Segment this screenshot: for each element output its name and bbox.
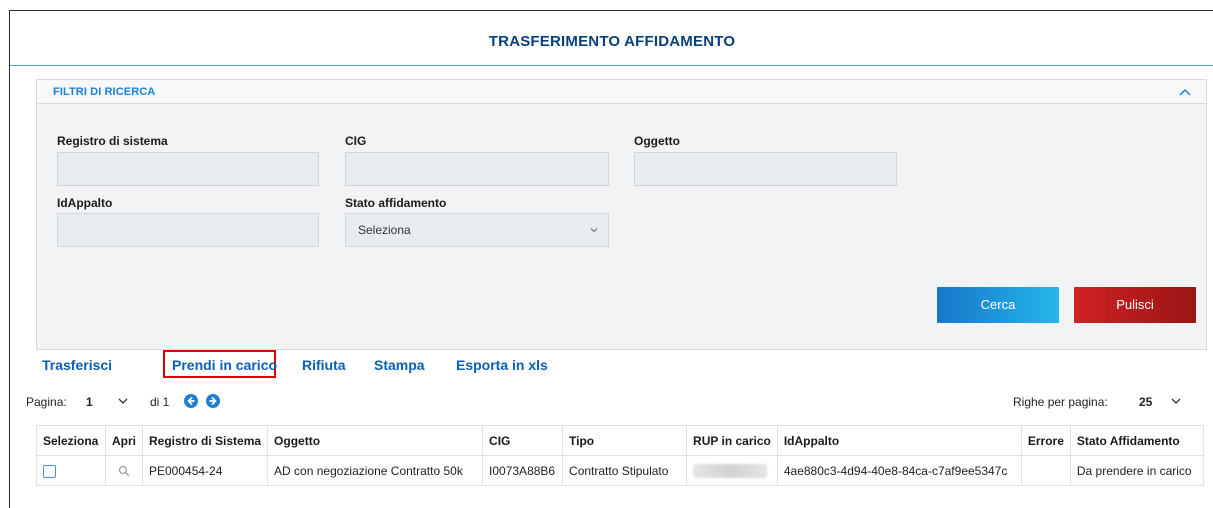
page-label: Pagina: [26,395,67,409]
row-idappalto: 4ae880c3-4d94-40e8-84ca-c7af9ee5347c [776,455,1022,486]
col-idappalto[interactable]: IdAppalto [776,425,1022,456]
page-frame: TRASFERIMENTO AFFIDAMENTO FILTRI DI RICE… [9,10,1213,508]
oggetto-label: Oggetto [634,134,680,148]
arrow-right-circle-icon[interactable] [206,394,220,408]
chevron-up-icon[interactable] [1178,86,1192,98]
page-title: TRASFERIMENTO AFFIDAMENTO [10,11,1213,66]
oggetto-input[interactable] [634,152,897,186]
col-oggetto[interactable]: Oggetto [267,425,484,456]
stampa-link[interactable]: Stampa [374,357,425,373]
col-seleziona: Seleziona [36,425,106,456]
search-button[interactable]: Cerca [937,287,1059,323]
row-select-cell [36,455,106,486]
rows-per-page: Righe per pagina: 25 [1013,391,1203,415]
row-checkbox[interactable] [43,464,56,478]
col-registro[interactable]: Registro di Sistema [141,425,269,456]
table-header-row: Seleziona Apri Registro di Sistema Ogget… [36,425,1204,456]
row-rup-redacted [693,463,768,478]
row-stato: Da prendere in carico [1069,455,1204,486]
filters-panel: FILTRI DI RICERCA Registro di sistema CI… [36,79,1207,350]
col-errore[interactable]: Errore [1020,425,1071,456]
prendi-in-carico-link[interactable]: Prendi in carico [172,357,277,373]
rows-per-page-label: Righe per pagina: [1013,395,1108,409]
col-tipo[interactable]: Tipo [562,425,688,456]
page-select[interactable]: 1 [86,395,93,409]
row-tipo: Contratto Stipulato [562,455,688,486]
rifiuta-link[interactable]: Rifiuta [302,357,346,373]
stato-select-value: Seleziona [358,223,411,237]
cig-label: CIG [345,134,367,148]
row-cig: I0073A88B6 [482,455,564,486]
chevron-down-icon [590,228,598,233]
search-icon[interactable] [118,465,130,477]
registro-input[interactable] [57,152,319,186]
stato-label: Stato affidamento [345,196,447,210]
esporta-xls-link[interactable]: Esporta in xls [456,357,548,373]
chevron-down-icon[interactable] [118,396,128,406]
rows-per-page-select[interactable]: 25 [1139,395,1152,409]
cig-input[interactable] [345,152,609,186]
trasferisci-link[interactable]: Trasferisci [42,357,112,373]
row-open-cell [105,455,143,486]
registro-label: Registro di sistema [57,134,168,148]
row-rup-cell [686,455,778,486]
page-of-label: di 1 [150,395,170,409]
table-row: PE000454-24 AD con negoziazione Contratt… [36,455,1204,486]
row-errore [1020,455,1071,486]
stato-select[interactable]: Seleziona [345,213,609,247]
col-apri: Apri [105,425,143,456]
col-cig[interactable]: CIG [482,425,564,456]
results-table: Seleziona Apri Registro di Sistema Ogget… [36,425,1204,486]
filters-title: FILTRI DI RICERCA [53,86,156,98]
idappalto-input[interactable] [57,213,319,247]
idappalto-label: IdAppalto [57,196,113,210]
row-registro: PE000454-24 [141,455,269,486]
col-stato[interactable]: Stato Affidamento [1069,425,1204,456]
arrow-left-circle-icon[interactable] [184,394,198,408]
filters-header[interactable]: FILTRI DI RICERCA [37,80,1206,104]
row-oggetto: AD con negoziazione Contratto 50k [267,455,484,486]
chevron-down-icon[interactable] [1171,396,1181,406]
clear-button[interactable]: Pulisci [1074,287,1196,323]
col-rup[interactable]: RUP in carico [686,425,778,456]
